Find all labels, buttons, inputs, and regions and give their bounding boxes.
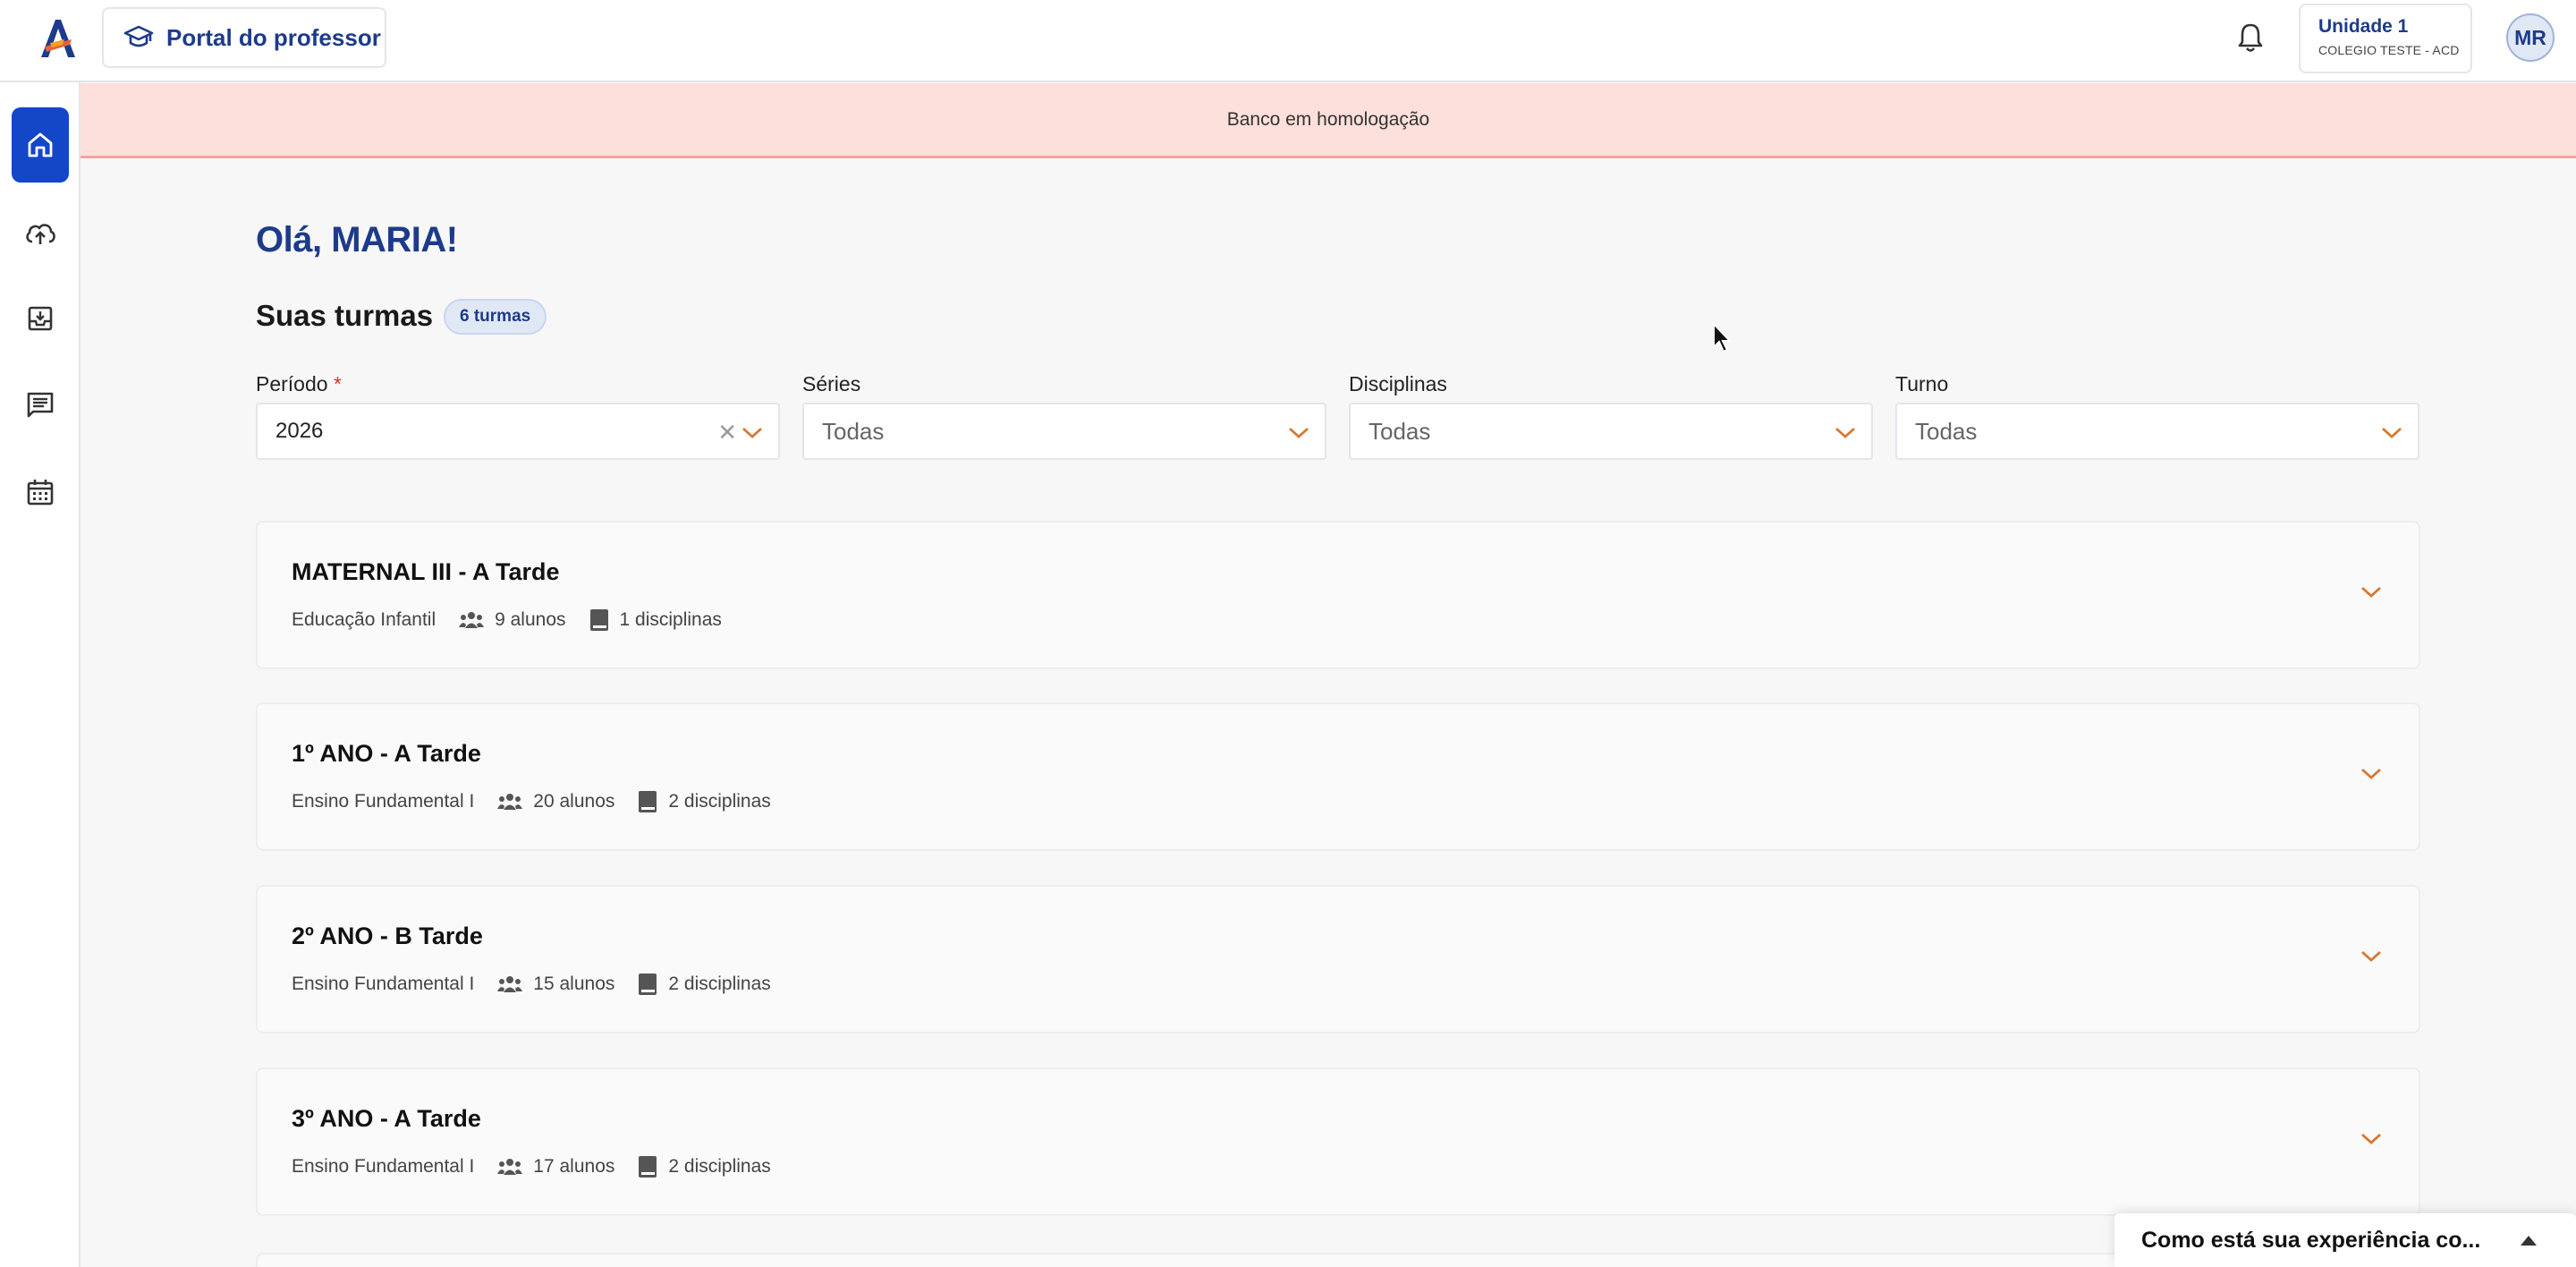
class-meta: Ensino Fundamental I 15 alunos 2 discipl… — [292, 973, 771, 996]
chevron-down-icon[interactable] — [2360, 946, 2383, 965]
filter-label: Turno — [1895, 372, 1949, 395]
class-title: 2º ANO - B Tarde — [292, 923, 483, 949]
disciplinas-select[interactable]: Todas — [1349, 403, 1873, 460]
sidebar-item-messages[interactable] — [12, 367, 69, 442]
class-level: Educação Infantil — [292, 609, 436, 630]
filter-series: Séries Todas — [802, 372, 1326, 460]
series-select[interactable]: Todas — [802, 403, 1326, 460]
class-title: 1º ANO - A Tarde — [292, 740, 481, 767]
greeting: Olá, MARIA! — [256, 220, 458, 259]
periodo-select[interactable]: 2026 ✕ — [256, 403, 780, 460]
book-icon — [589, 608, 609, 632]
archive-download-icon — [28, 306, 53, 331]
caret-up-icon — [2521, 1236, 2537, 1246]
chevron-down-icon — [1835, 427, 1855, 438]
class-card[interactable]: 3º ANO - A Tarde Ensino Fundamental I 17… — [256, 1067, 2420, 1216]
graduation-cap-icon — [123, 25, 154, 47]
student-count: 9 alunos — [495, 609, 566, 630]
filter-disciplinas: Disciplinas Todas — [1349, 372, 1873, 460]
sidebar — [0, 82, 80, 1267]
class-card[interactable] — [256, 1253, 2420, 1267]
portal-button[interactable]: Portal do professor — [102, 7, 386, 68]
class-meta: Educação Infantil 9 alunos 1 disciplinas — [292, 608, 722, 632]
book-icon — [638, 1155, 657, 1178]
avatar[interactable]: MR — [2506, 13, 2555, 62]
top-bar: Portal do professor Unidade 1 COLEGIO TE… — [0, 0, 2576, 82]
home-icon — [28, 132, 53, 157]
chevron-down-icon[interactable] — [2360, 1128, 2383, 1148]
chevron-down-icon[interactable] — [2360, 763, 2383, 783]
users-icon — [497, 974, 523, 994]
filter-periodo: Período * 2026 ✕ — [256, 372, 780, 460]
message-list-icon — [27, 392, 54, 418]
filter-value: Todas — [822, 417, 885, 445]
cloud-upload-icon — [26, 224, 55, 244]
student-count: 15 alunos — [533, 974, 615, 994]
class-level: Ensino Fundamental I — [292, 791, 475, 812]
class-level: Ensino Fundamental I — [292, 1156, 475, 1177]
environment-banner: Banco em homologação — [80, 83, 2576, 158]
book-icon — [638, 973, 657, 996]
users-icon — [497, 1157, 523, 1177]
student-count: 20 alunos — [533, 791, 615, 812]
class-meta: Ensino Fundamental I 17 alunos 2 discipl… — [292, 1155, 771, 1178]
class-card[interactable]: MATERNAL III - A Tarde Educação Infantil… — [256, 521, 2420, 669]
chevron-down-icon — [742, 427, 762, 438]
portal-label: Portal do professor — [166, 23, 381, 51]
filter-value: Todas — [1915, 417, 1978, 445]
subject-count: 2 disciplinas — [668, 791, 771, 812]
users-icon — [459, 610, 485, 630]
class-meta: Ensino Fundamental I 20 alunos 2 discipl… — [292, 790, 771, 813]
users-icon — [497, 792, 523, 812]
class-title: 3º ANO - A Tarde — [292, 1105, 481, 1132]
class-card[interactable]: 2º ANO - B Tarde Ensino Fundamental I 15… — [256, 885, 2420, 1033]
unit-title: Unidade 1 — [2318, 16, 2409, 37]
calendar-icon — [27, 480, 54, 506]
class-level: Ensino Fundamental I — [292, 974, 475, 994]
unit-selector[interactable]: Unidade 1 COLEGIO TESTE - ACD — [2299, 4, 2472, 73]
sidebar-item-calendar[interactable] — [12, 455, 69, 530]
chevron-down-icon — [1289, 427, 1309, 438]
sidebar-item-archive[interactable] — [12, 281, 69, 356]
book-icon — [638, 790, 657, 813]
notification-bell-icon[interactable] — [2233, 20, 2268, 55]
class-card[interactable]: 1º ANO - A Tarde Ensino Fundamental I 20… — [256, 702, 2420, 851]
subject-count: 1 disciplinas — [619, 609, 722, 630]
sidebar-item-upload[interactable] — [12, 195, 69, 270]
app-logo-icon[interactable] — [38, 16, 79, 61]
filter-label: Séries — [802, 372, 861, 395]
feedback-widget[interactable]: Como está sua experiência co... — [2114, 1213, 2576, 1267]
sidebar-item-home[interactable] — [12, 107, 69, 183]
chevron-down-icon[interactable] — [2360, 582, 2383, 601]
filter-turno: Turno Todas — [1895, 372, 2419, 460]
turno-select[interactable]: Todas — [1895, 403, 2419, 460]
feedback-label: Como está sua experiência co... — [2141, 1227, 2481, 1253]
section-title: Suas turmas — [256, 299, 434, 332]
clear-icon[interactable]: ✕ — [717, 421, 737, 444]
unit-subtitle: COLEGIO TESTE - ACD — [2318, 43, 2460, 57]
filter-value: 2026 — [275, 419, 324, 443]
filter-label: Período * — [256, 372, 342, 395]
filter-label: Disciplinas — [1349, 372, 1447, 395]
student-count: 17 alunos — [533, 1156, 615, 1177]
subject-count: 2 disciplinas — [668, 974, 771, 994]
filter-value: Todas — [1368, 417, 1431, 445]
subject-count: 2 disciplinas — [668, 1156, 771, 1177]
chevron-down-icon — [2382, 427, 2402, 438]
class-title: MATERNAL III - A Tarde — [292, 558, 560, 585]
mouse-cursor-icon — [1713, 322, 1733, 353]
class-count-badge: 6 turmas — [444, 299, 547, 335]
